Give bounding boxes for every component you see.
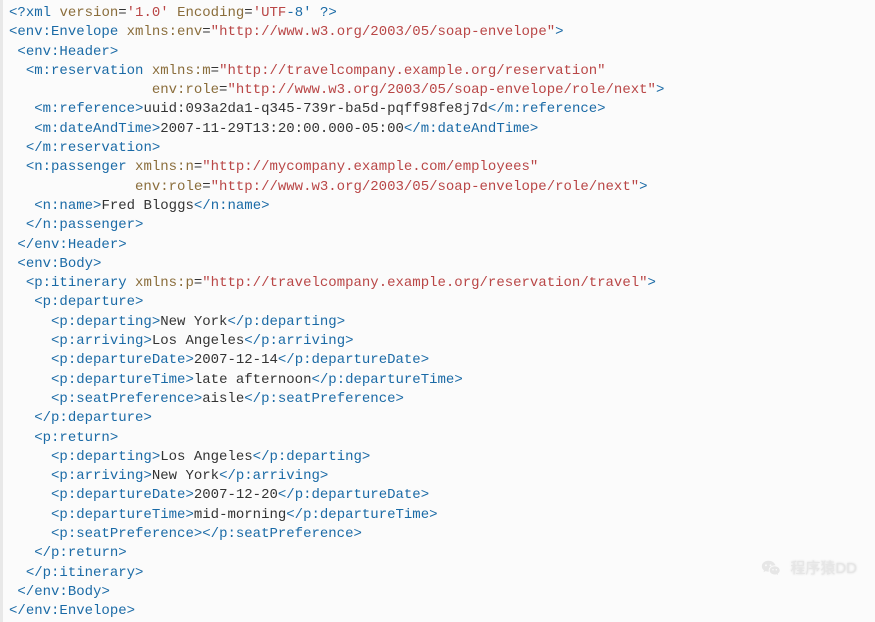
header-open: <env:Header> bbox=[9, 43, 869, 62]
passenger-open-2: env:role="http://www.w3.org/2003/05/soap… bbox=[9, 178, 869, 197]
xml-declaration: <?xml version='1.0' Encoding='UTF-8' ?> bbox=[9, 4, 869, 23]
dep-date: <p:departureDate>2007-12-14</p:departure… bbox=[9, 351, 869, 370]
dep-time: <p:departureTime>late afternoon</p:depar… bbox=[9, 371, 869, 390]
header-close: </env:Header> bbox=[9, 236, 869, 255]
return-close: </p:return> bbox=[9, 544, 869, 563]
reservation-close: </m:reservation> bbox=[9, 139, 869, 158]
envelope-open: <env:Envelope xmlns:env="http://www.w3.o… bbox=[9, 23, 869, 42]
ret-departing: <p:departing>Los Angeles</p:departing> bbox=[9, 448, 869, 467]
wechat-icon bbox=[760, 558, 782, 580]
body-open: <env:Body> bbox=[9, 255, 869, 274]
watermark: 程序猿DD bbox=[760, 558, 857, 580]
passenger-open-1: <n:passenger xmlns:n="http://mycompany.e… bbox=[9, 158, 869, 177]
reference-line: <m:reference>uuid:093a2da1-q345-739r-ba5… bbox=[9, 100, 869, 119]
itinerary-open: <p:itinerary xmlns:p="http://travelcompa… bbox=[9, 274, 869, 293]
departure-open: <p:departure> bbox=[9, 293, 869, 312]
dep-departing: <p:departing>New York</p:departing> bbox=[9, 313, 869, 332]
watermark-text: 程序猿DD bbox=[790, 559, 857, 578]
body-close: </env:Body> bbox=[9, 583, 869, 602]
envelope-close: </env:Envelope> bbox=[9, 602, 869, 621]
ret-time: <p:departureTime>mid-morning</p:departur… bbox=[9, 506, 869, 525]
departure-close: </p:departure> bbox=[9, 409, 869, 428]
itinerary-close: </p:itinerary> bbox=[9, 564, 869, 583]
dep-arriving: <p:arriving>Los Angeles</p:arriving> bbox=[9, 332, 869, 351]
name-line: <n:name>Fred Bloggs</n:name> bbox=[9, 197, 869, 216]
ret-arriving: <p:arriving>New York</p:arriving> bbox=[9, 467, 869, 486]
passenger-close: </n:passenger> bbox=[9, 216, 869, 235]
ret-seat: <p:seatPreference></p:seatPreference> bbox=[9, 525, 869, 544]
return-open: <p:return> bbox=[9, 429, 869, 448]
ret-date: <p:departureDate>2007-12-20</p:departure… bbox=[9, 486, 869, 505]
reservation-open-2: env:role="http://www.w3.org/2003/05/soap… bbox=[9, 81, 869, 100]
dep-seat: <p:seatPreference>aisle</p:seatPreferenc… bbox=[9, 390, 869, 409]
reservation-open-1: <m:reservation xmlns:m="http://travelcom… bbox=[9, 62, 869, 81]
dateandtime-line: <m:dateAndTime>2007-11-29T13:20:00.000-0… bbox=[9, 120, 869, 139]
